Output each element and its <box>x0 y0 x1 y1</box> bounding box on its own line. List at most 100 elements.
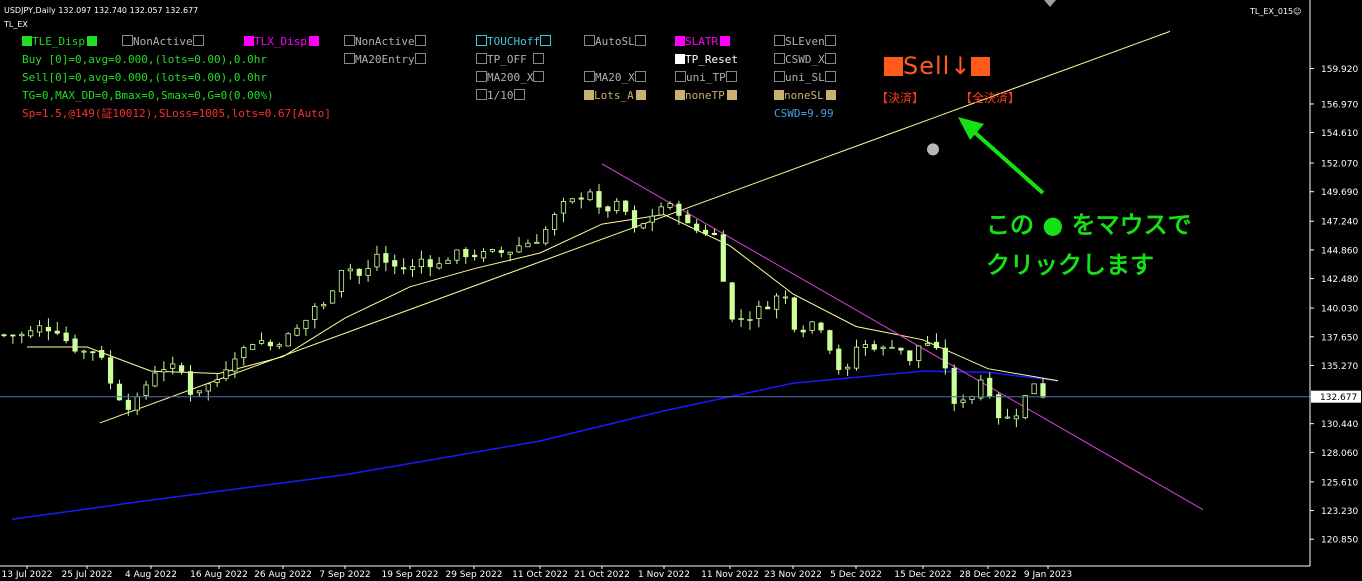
ma20-x-toggle[interactable]: MA20_X <box>584 71 646 85</box>
candle-body <box>365 268 371 276</box>
candle-body <box>587 191 593 201</box>
nonetp-toggle[interactable]: noneTP <box>675 89 737 103</box>
checkbox-icon <box>344 53 355 64</box>
nonactive-toggle-1[interactable]: NonActive <box>122 35 204 49</box>
tle-disp-toggle[interactable]: TLE_Disp <box>22 35 97 49</box>
y-tick-label: 152.070 <box>1321 160 1358 170</box>
candle-body <box>747 319 753 321</box>
candle-body <box>516 245 522 253</box>
x-tick-label: 5 Dec 2022 <box>830 570 882 580</box>
candle-body <box>756 305 762 319</box>
candle-body <box>409 266 416 270</box>
ma20-x-label: MA20_X <box>595 71 635 84</box>
candle-body <box>649 215 655 223</box>
autosl-toggle[interactable]: AutoSL <box>584 35 646 49</box>
candle-body <box>258 340 265 344</box>
cswd-x-toggle[interactable]: CSWD_X <box>774 53 836 67</box>
ma200-line <box>11 370 1059 521</box>
nonetp-label: noneTP <box>685 89 725 102</box>
tp-off-toggle[interactable]: TP_OFF <box>476 53 545 67</box>
candle-body <box>179 365 185 372</box>
candle-body <box>116 383 123 401</box>
candle-body <box>223 369 229 380</box>
checkbox-icon <box>634 35 646 46</box>
uni-tp-toggle[interactable]: uni_TP <box>675 71 737 85</box>
checkbox-icon <box>584 71 595 82</box>
candle-body <box>658 206 664 216</box>
tlx-disp-label: TLX_Disp <box>254 35 307 48</box>
click-target-dot[interactable] <box>927 143 939 156</box>
tlx-disp-toggle[interactable]: TLX_Disp <box>244 35 319 49</box>
candle-body <box>862 344 868 348</box>
candle-body <box>507 251 513 255</box>
uni-sl-toggle[interactable]: uni_SL <box>774 71 836 85</box>
lots-a-toggle[interactable]: Lots_A <box>584 89 646 103</box>
candle-body <box>898 347 904 351</box>
tg-status: TG=0,MAX_DD=0,Bmax=0,Smax=0,G=0(0.00%) <box>22 89 274 102</box>
candle-body <box>81 350 87 353</box>
candle-body <box>1 334 7 337</box>
candle-body <box>720 234 726 282</box>
candle-body <box>152 372 158 387</box>
price-chart[interactable]: 159.920 156.970 154.610 152.070 149.690 147.2… <box>0 0 1362 581</box>
candle-body <box>498 250 504 253</box>
checkbox-icon <box>584 90 594 100</box>
candle-body <box>889 346 895 349</box>
candle-body <box>347 268 353 272</box>
candle-body <box>702 229 709 235</box>
slatr-toggle[interactable]: SLATR <box>675 35 731 49</box>
settle-button[interactable]: 【決済】 <box>876 89 924 106</box>
x-tick-label: 1 Nov 2022 <box>638 570 690 580</box>
candle-body <box>614 200 620 211</box>
checkbox-icon <box>476 89 487 100</box>
candle-body <box>338 269 345 292</box>
y-tick-label: 130.440 <box>1321 420 1358 430</box>
candle-body <box>800 329 806 333</box>
candle-body <box>196 390 202 394</box>
candle-body <box>578 197 584 200</box>
tp-reset-button[interactable]: TP_Reset <box>675 53 738 67</box>
candle-body <box>924 342 931 346</box>
ma200-x-toggle[interactable]: MA200_X <box>476 71 545 85</box>
nonactive-toggle-2[interactable]: NonActive <box>344 35 426 49</box>
autosl-label: AutoSL <box>595 35 635 48</box>
sp-status: Sp=1.5,@149(証10012),SLoss=1005,lots=0.67… <box>22 107 332 120</box>
settle-all-button[interactable]: 【全決済】 <box>960 89 1020 106</box>
candle-body <box>791 297 797 330</box>
checkbox-icon <box>774 53 785 64</box>
uni-sl-label: uni_SL <box>785 71 825 84</box>
slatr-label: SLATR <box>685 35 719 48</box>
sell-button[interactable]: Sell↓ <box>884 52 991 80</box>
checkbox-icon <box>513 89 525 100</box>
checkbox-icon <box>774 90 784 100</box>
sleven-toggle[interactable]: SLEven <box>774 35 836 49</box>
x-tick-label: 9 Jan 2023 <box>1024 570 1072 580</box>
candle-body <box>560 201 567 214</box>
one-tenth-toggle[interactable]: 1/10 <box>476 89 525 103</box>
candle-body <box>418 258 424 268</box>
touchoff-toggle[interactable]: TOUCHoff <box>476 35 551 49</box>
candle-body <box>329 290 336 304</box>
chart-window[interactable]: 159.920 156.970 154.610 152.070 149.690 147.2… <box>0 0 1362 581</box>
candle-body <box>267 341 274 347</box>
checkbox-icon <box>533 53 545 64</box>
square-icon <box>971 57 991 76</box>
candle-body <box>995 394 1002 419</box>
candle-body <box>312 305 318 320</box>
candle-body <box>1004 416 1011 419</box>
candle-body <box>214 379 220 383</box>
candle-body <box>773 295 780 310</box>
candle-body <box>631 210 638 228</box>
checkbox-icon <box>726 90 737 100</box>
candle-body <box>187 371 194 395</box>
down-arrow-icon: ↓ <box>950 52 972 80</box>
candle-body <box>738 318 744 320</box>
tp-off-label: TP_OFF <box>487 53 527 66</box>
candle-body <box>1022 395 1028 419</box>
ma20entry-toggle[interactable]: MA20Entry <box>344 53 426 67</box>
nonesl-toggle[interactable]: noneSL <box>774 89 836 103</box>
checkbox-icon <box>675 71 686 82</box>
checkbox-icon <box>308 36 319 46</box>
candle-body <box>489 249 496 252</box>
y-tick-label: 123.230 <box>1321 507 1358 517</box>
